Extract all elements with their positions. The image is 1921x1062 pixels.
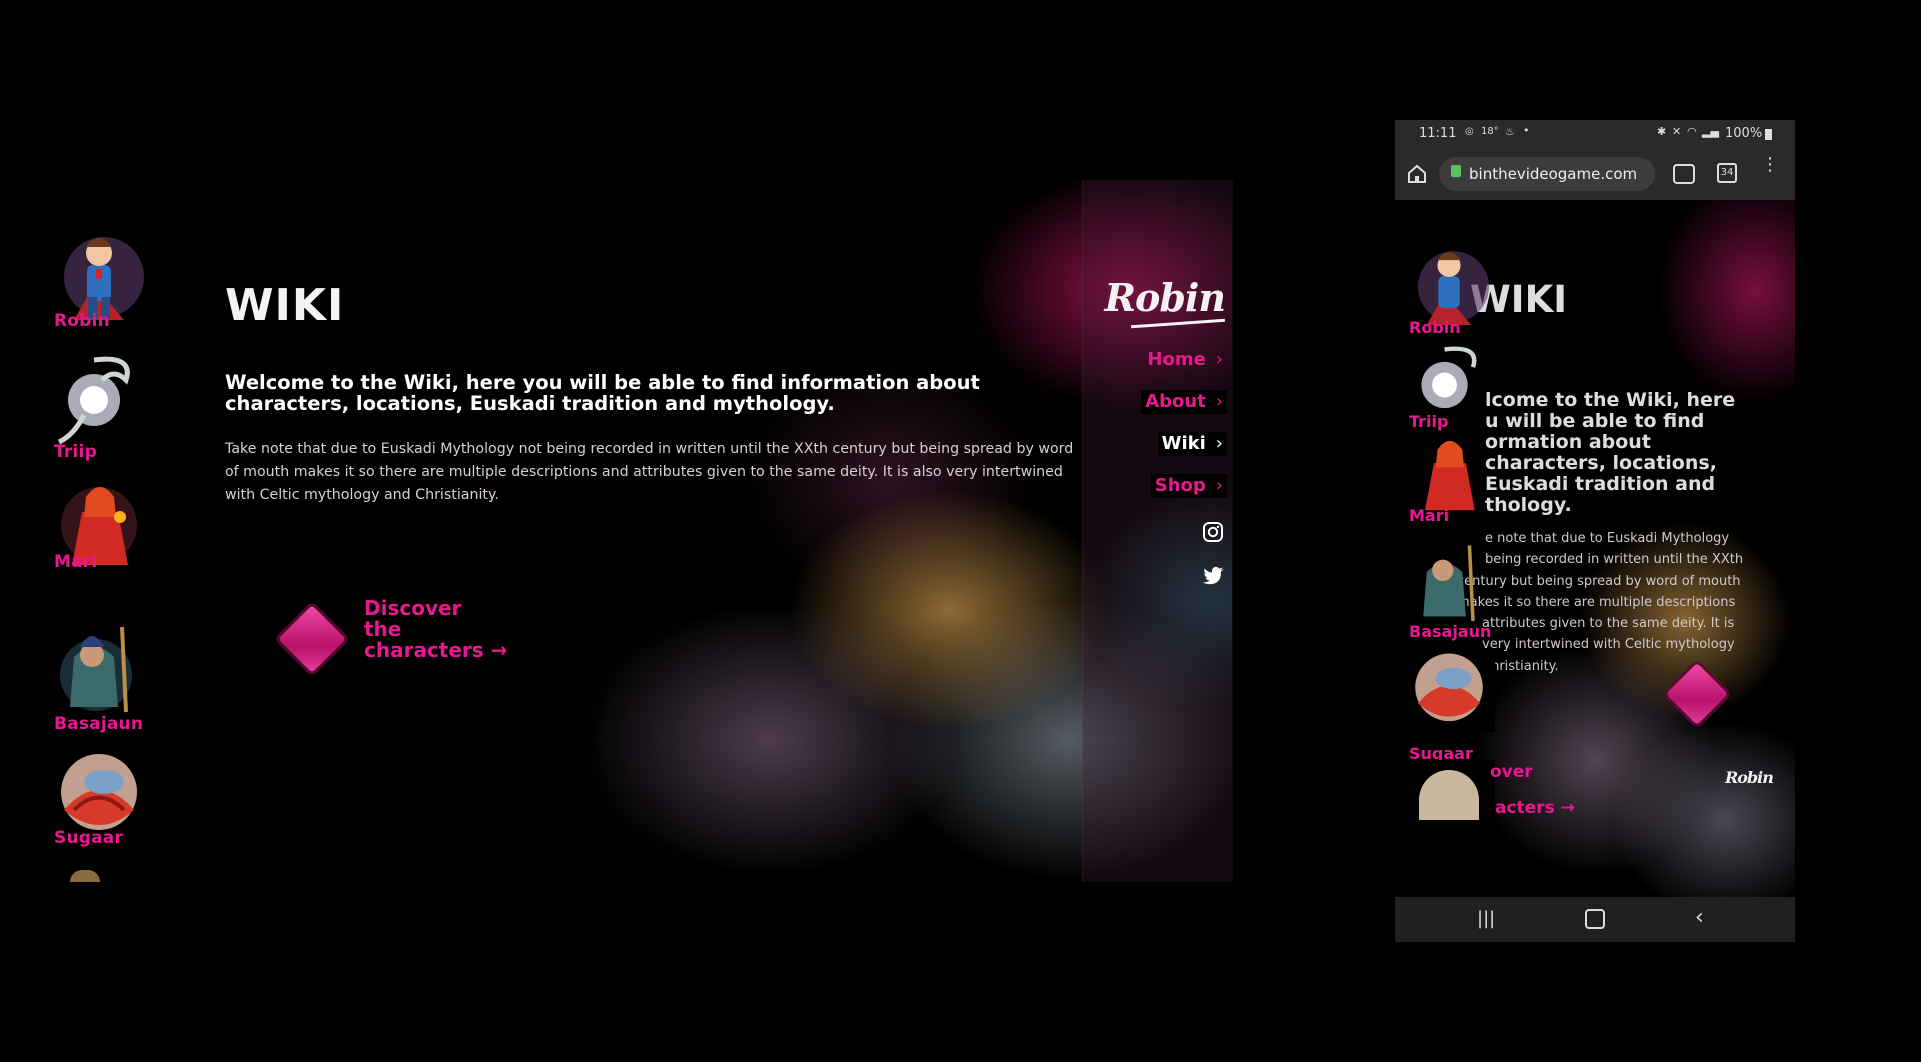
nav-home[interactable]: Home › — [1143, 348, 1227, 372]
mobile-intro-line: lcome to the Wiki, here — [1485, 389, 1736, 411]
bluetooth-icon: ✱ — [1657, 125, 1667, 138]
robin-logo[interactable]: Robin — [1104, 275, 1226, 320]
robin-character-icon — [1417, 251, 1489, 325]
mobile-body-line: very intertwined with Celtic mythology — [1482, 637, 1735, 653]
chevron-right-icon: › — [1215, 433, 1223, 454]
discover-line-1: Discover — [364, 596, 462, 620]
basajaun-character-icon — [54, 617, 142, 713]
instagram-icon[interactable] — [1203, 522, 1223, 542]
chevron-right-icon: › — [1215, 349, 1223, 370]
nav-home-label: Home — [1147, 349, 1206, 370]
robin-character-icon — [54, 225, 144, 320]
character-item-sugaar[interactable]: Sugaar — [54, 750, 154, 848]
dot-icon: • — [1523, 124, 1530, 137]
nav-about[interactable]: About › — [1141, 390, 1227, 414]
mobile-intro-line: thology. — [1485, 494, 1572, 516]
character-item-mari[interactable]: Mari — [54, 477, 154, 572]
home-icon[interactable] — [1407, 164, 1427, 184]
battery-percent: 100% — [1725, 126, 1763, 141]
character-name: Mari — [54, 552, 98, 572]
basajaun-character-icon — [1423, 545, 1475, 622]
battery-icon — [1765, 129, 1772, 140]
mobile-intro-line: characters, locations, — [1485, 452, 1717, 474]
wiki-page: WIKI Welcome to the Wiki, here you will … — [210, 180, 1232, 882]
triip-character-icon — [54, 350, 142, 445]
mobile-intro-line: ormation about — [1485, 431, 1651, 453]
status-time: 11:11 — [1419, 126, 1457, 141]
nav-shop-label: Shop — [1154, 475, 1206, 496]
mobile-character-name: Triip — [1409, 412, 1449, 431]
discover-line-3: characters → — [364, 638, 508, 662]
mute-icon: ✕ — [1672, 125, 1682, 138]
nav-wiki[interactable]: Wiki › — [1157, 432, 1227, 456]
mobile-character-triip[interactable]: Triip — [1409, 340, 1489, 434]
mobile-body-line: being recorded in written until the XXth — [1485, 552, 1744, 568]
nav-about-label: About — [1145, 391, 1206, 412]
character-sidebar: Robin Triip Mari Basajaun Sugaar — [0, 180, 210, 882]
character-name: Triip — [54, 442, 97, 462]
mobile-body-text: e note that due to Euskadi Mythology bei… — [1457, 528, 1743, 677]
character-item-basajaun[interactable]: Basajaun — [54, 617, 154, 734]
page-title: WIKI — [225, 280, 345, 331]
nav-shop[interactable]: Shop › — [1150, 474, 1227, 498]
whatsapp-icon: ◎ — [1465, 126, 1474, 137]
character-item-triip[interactable]: Triip — [54, 350, 154, 462]
mobile-intro-line: Euskadi tradition and — [1485, 473, 1716, 495]
address-bar[interactable]: binthevideogame.com — [1439, 157, 1655, 191]
discover-line-2: the — [364, 617, 402, 641]
twitter-icon[interactable] — [1203, 566, 1225, 586]
nav-wiki-label: Wiki — [1161, 433, 1206, 454]
next-character-art — [1419, 770, 1479, 820]
android-nav-bar: ||| ‹ — [1395, 897, 1795, 942]
logo-underline — [1131, 318, 1225, 329]
mobile-robin-logo[interactable]: Robin — [1725, 768, 1774, 787]
mobile-discover-partial-2[interactable]: acters → — [1495, 798, 1575, 818]
status-temp: 18° — [1481, 126, 1499, 137]
mobile-body-line: makes it so there are multiple descripti… — [1457, 594, 1736, 610]
chevron-right-icon: › — [1215, 391, 1223, 412]
diamond-gem-icon — [278, 605, 346, 673]
mobile-next-character — [1409, 760, 1495, 820]
translate-icon[interactable] — [1673, 164, 1695, 184]
mobile-page-content: WIKI lcome to the Wiki, here u will be a… — [1395, 200, 1795, 897]
signal-icon: ▂▄ — [1702, 125, 1719, 138]
mobile-screenshot: 11:11 ◎ 18° ♨ • ✱ ✕ ◠ ▂▄ 100% binthevide… — [1395, 120, 1795, 942]
recent-apps-icon[interactable]: ||| — [1477, 908, 1495, 929]
character-item-robin[interactable]: Robin — [54, 225, 154, 331]
sugaar-character-icon — [1415, 653, 1483, 722]
tabs-button[interactable]: 34 — [1717, 163, 1737, 183]
mobile-character-name: Robin — [1409, 318, 1461, 337]
character-name: Sugaar — [54, 828, 124, 848]
chevron-right-icon: › — [1215, 475, 1223, 496]
wiki-body-text: Take note that due to Euskadi Mythology … — [225, 441, 1074, 503]
sugaar-character-icon — [54, 750, 142, 838]
mobile-character-name: Mari — [1409, 506, 1450, 525]
back-icon[interactable]: ‹ — [1695, 905, 1704, 930]
wiki-intro: Welcome to the Wiki, here you will be ab… — [225, 371, 980, 416]
mobile-body-line: attributes given to the same deity. It i… — [1482, 616, 1735, 632]
mobile-body-line: century but being spread by word of mout… — [1457, 573, 1741, 589]
mobile-character-basajaun[interactable]: Basajaun — [1409, 536, 1491, 641]
wifi-icon: ◠ — [1687, 125, 1697, 138]
more-menu-icon[interactable]: ⋮ — [1761, 156, 1779, 174]
character-name: Basajaun — [54, 714, 144, 734]
mobile-character-sugaar[interactable]: Sugaar — [1409, 650, 1495, 763]
mobile-character-name: Basajaun — [1409, 622, 1492, 641]
next-character-art — [70, 870, 100, 882]
mobile-body-line: e note that due to Euskadi Mythology — [1485, 531, 1730, 546]
side-navigation: Robin Home › About › Wiki › Shop › — [1082, 180, 1233, 882]
character-name: Robin — [54, 311, 110, 331]
url-text: binthevideogame.com — [1469, 165, 1638, 183]
browser-toolbar: binthevideogame.com 34 ⋮ — [1395, 148, 1795, 200]
home-button-icon[interactable] — [1585, 909, 1605, 929]
mobile-intro-line: u will be able to find — [1485, 410, 1705, 432]
weather-icon: ♨ — [1505, 125, 1515, 138]
mobile-character-mari[interactable]: Mari — [1409, 432, 1489, 525]
mobile-character-robin[interactable]: Robin — [1409, 240, 1489, 337]
mari-character-icon — [1425, 440, 1475, 511]
mobile-discover-partial[interactable]: over — [1490, 762, 1533, 782]
mobile-intro: lcome to the Wiki, here u will be able t… — [1485, 390, 1735, 516]
phone-status-bar: 11:11 ◎ 18° ♨ • ✱ ✕ ◠ ▂▄ 100% — [1395, 120, 1795, 148]
lock-icon — [1451, 165, 1461, 177]
